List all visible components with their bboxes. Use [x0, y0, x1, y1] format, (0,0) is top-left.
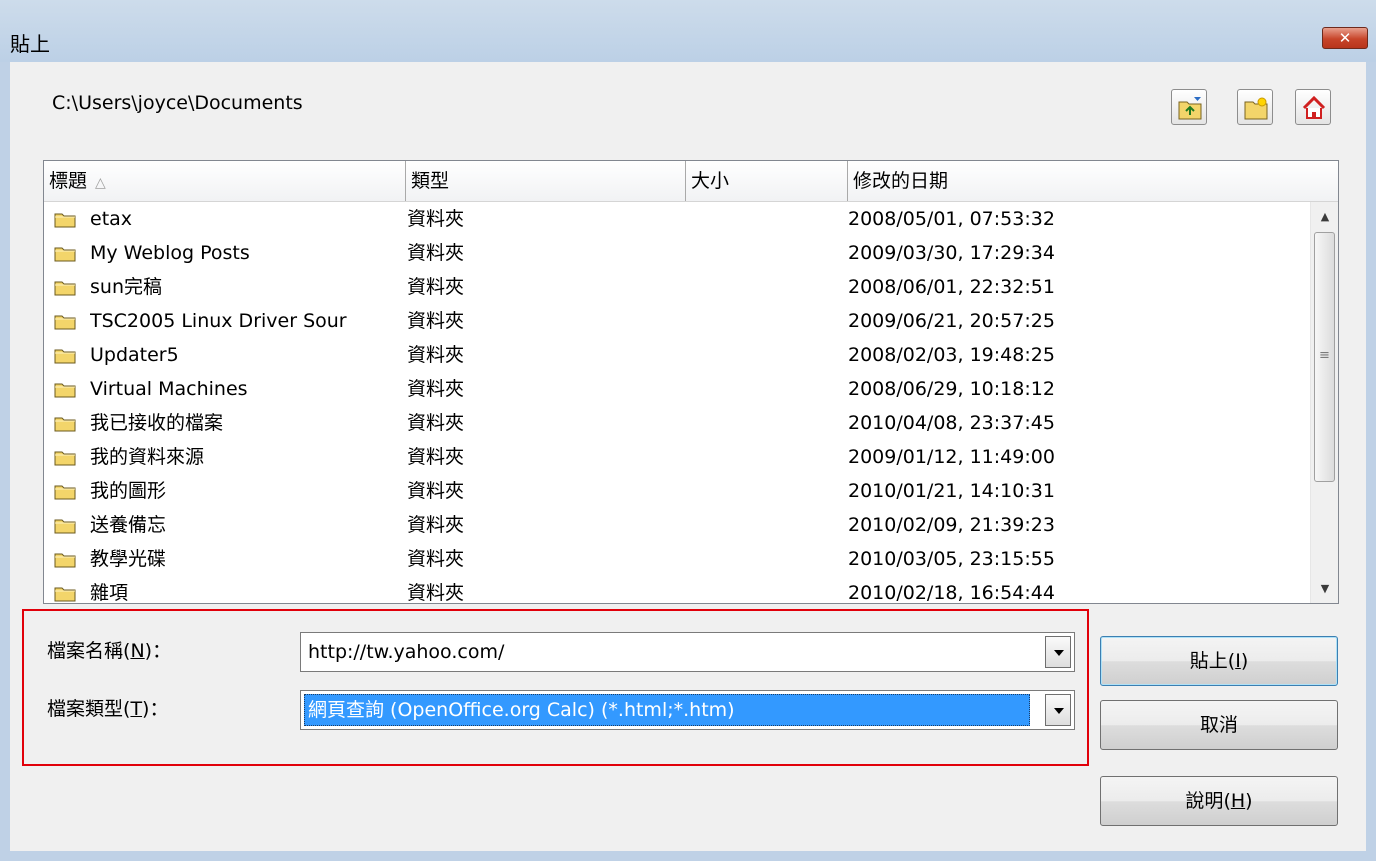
folder-up-icon — [1178, 97, 1202, 120]
column-header-size[interactable]: 大小 — [686, 161, 848, 201]
folder-icon — [54, 315, 76, 330]
file-list: 標題 △ 類型 大小 修改的日期 etax 資料夾 2008/05/01, 07:53… — [43, 160, 1339, 604]
file-name: 我的圖形 — [90, 480, 167, 502]
file-type: 資料夾 — [407, 582, 465, 604]
filetype-selected-value: 網頁查詢 (OpenOffice.org Calc) (*.html;*.htm… — [304, 694, 1030, 726]
folder-icon — [54, 417, 76, 432]
file-name: 送養備忘 — [90, 514, 167, 536]
folder-icon — [54, 587, 76, 602]
file-date: 2009/06/21, 20:57:25 — [848, 310, 1055, 332]
file-name: 教學光碟 — [90, 548, 167, 570]
paste-button[interactable]: 貼上(I) — [1100, 636, 1338, 686]
filename-label: 檔案名稱(N)： — [47, 640, 172, 662]
file-date: 2008/05/01, 07:53:32 — [848, 208, 1055, 230]
filename-combobox[interactable]: http://tw.yahoo.com/ — [300, 632, 1075, 672]
list-item[interactable]: 送養備忘 資料夾 2010/02/09, 21:39:23 — [44, 508, 1309, 542]
file-type: 資料夾 — [407, 310, 465, 332]
folder-icon — [54, 383, 76, 398]
help-button[interactable]: 說明(H) — [1100, 776, 1338, 826]
folder-icon — [54, 281, 76, 296]
current-path: C:\Users\joyce\Documents — [52, 92, 303, 114]
filetype-combobox[interactable]: 網頁查詢 (OpenOffice.org Calc) (*.html;*.htm… — [300, 690, 1075, 730]
file-type: 資料夾 — [407, 344, 465, 366]
folder-icon — [54, 519, 76, 534]
chevron-down-icon — [1054, 650, 1064, 656]
folder-up-button[interactable] — [1171, 89, 1207, 125]
file-date: 2009/01/12, 11:49:00 — [848, 446, 1055, 468]
file-date: 2010/02/09, 21:39:23 — [848, 514, 1055, 536]
file-date: 2008/06/01, 22:32:51 — [848, 276, 1055, 298]
file-type: 資料夾 — [407, 412, 465, 434]
file-name: Updater5 — [90, 344, 179, 366]
file-rows: etax 資料夾 2008/05/01, 07:53:32 My Weblog Pos… — [44, 202, 1309, 604]
file-date: 2010/03/05, 23:15:55 — [848, 548, 1055, 570]
file-type: 資料夾 — [407, 514, 465, 536]
file-name: Virtual Machines — [90, 378, 248, 400]
file-date: 2010/02/18, 16:54:44 — [848, 582, 1055, 604]
list-item[interactable]: Updater5 資料夾 2008/02/03, 19:48:25 — [44, 338, 1309, 372]
cancel-button[interactable]: 取消 — [1100, 700, 1338, 750]
file-name: 我的資料來源 — [90, 446, 205, 468]
column-header-type[interactable]: 類型 — [406, 161, 686, 201]
filetype-label: 檔案類型(T)： — [47, 698, 169, 720]
folder-icon — [54, 349, 76, 364]
new-folder-button[interactable] — [1237, 89, 1273, 125]
close-icon: ✕ — [1338, 29, 1352, 47]
file-type: 資料夾 — [407, 276, 465, 298]
list-item[interactable]: sun完稿 資料夾 2008/06/01, 22:32:51 — [44, 270, 1309, 304]
vertical-scrollbar[interactable]: ▲ ≡ ▼ — [1310, 202, 1338, 603]
folder-icon — [54, 247, 76, 262]
list-item[interactable]: 教學光碟 資料夾 2010/03/05, 23:15:55 — [44, 542, 1309, 576]
file-date: 2008/02/03, 19:48:25 — [848, 344, 1055, 366]
file-type: 資料夾 — [407, 242, 465, 264]
list-item[interactable]: etax 資料夾 2008/05/01, 07:53:32 — [44, 202, 1309, 236]
home-icon — [1302, 95, 1326, 119]
folder-icon — [54, 213, 76, 228]
file-date: 2010/04/08, 23:37:45 — [848, 412, 1055, 434]
file-date: 2010/01/21, 14:10:31 — [848, 480, 1055, 502]
scroll-down-icon[interactable]: ▼ — [1311, 576, 1338, 602]
file-name: 我已接收的檔案 — [90, 412, 224, 434]
file-type: 資料夾 — [407, 480, 465, 502]
filename-input[interactable]: http://tw.yahoo.com/ — [308, 633, 504, 671]
sort-ascending-icon: △ — [95, 175, 106, 191]
file-name: 雜項 — [90, 582, 129, 604]
file-date: 2009/03/30, 17:29:34 — [848, 242, 1055, 264]
new-folder-icon — [1244, 97, 1268, 120]
filename-dropdown-button[interactable] — [1045, 636, 1071, 668]
home-button[interactable] — [1295, 89, 1331, 125]
list-item[interactable]: 我已接收的檔案 資料夾 2010/04/08, 23:37:45 — [44, 406, 1309, 440]
list-item[interactable]: My Weblog Posts 資料夾 2009/03/30, 17:29:34 — [44, 236, 1309, 270]
list-item[interactable]: Virtual Machines 資料夾 2008/06/29, 10:18:12 — [44, 372, 1309, 406]
list-item[interactable]: 我的圖形 資料夾 2010/01/21, 14:10:31 — [44, 474, 1309, 508]
chevron-down-icon — [1054, 708, 1064, 714]
file-type: 資料夾 — [407, 378, 465, 400]
file-name: sun完稿 — [90, 276, 162, 298]
scroll-up-icon[interactable]: ▲ — [1311, 204, 1338, 230]
grip-icon: ≡ — [1319, 348, 1330, 363]
list-item[interactable]: TSC2005 Linux Driver Sour 資料夾 2009/06/21, … — [44, 304, 1309, 338]
list-item[interactable]: 我的資料來源 資料夾 2009/01/12, 11:49:00 — [44, 440, 1309, 474]
file-name: TSC2005 Linux Driver Sour — [90, 310, 347, 332]
file-type: 資料夾 — [407, 548, 465, 570]
window-title: 貼上 — [10, 32, 50, 56]
column-header-title[interactable]: 標題 △ — [44, 161, 406, 201]
filetype-dropdown-button[interactable] — [1045, 694, 1071, 726]
folder-icon — [54, 485, 76, 500]
scrollbar-thumb[interactable]: ≡ — [1314, 232, 1335, 482]
file-type: 資料夾 — [407, 446, 465, 468]
list-header: 標題 △ 類型 大小 修改的日期 — [44, 161, 1338, 202]
title-bar: 貼上 ✕ — [0, 0, 1376, 62]
file-date: 2008/06/29, 10:18:12 — [848, 378, 1055, 400]
column-header-date[interactable]: 修改的日期 — [848, 161, 1338, 201]
list-item[interactable]: 雜項 資料夾 2010/02/18, 16:54:44 — [44, 576, 1309, 604]
file-name: etax — [90, 208, 133, 230]
folder-icon — [54, 553, 76, 568]
file-name: My Weblog Posts — [90, 242, 250, 264]
close-button[interactable]: ✕ — [1322, 27, 1368, 49]
file-type: 資料夾 — [407, 208, 465, 230]
folder-icon — [54, 451, 76, 466]
